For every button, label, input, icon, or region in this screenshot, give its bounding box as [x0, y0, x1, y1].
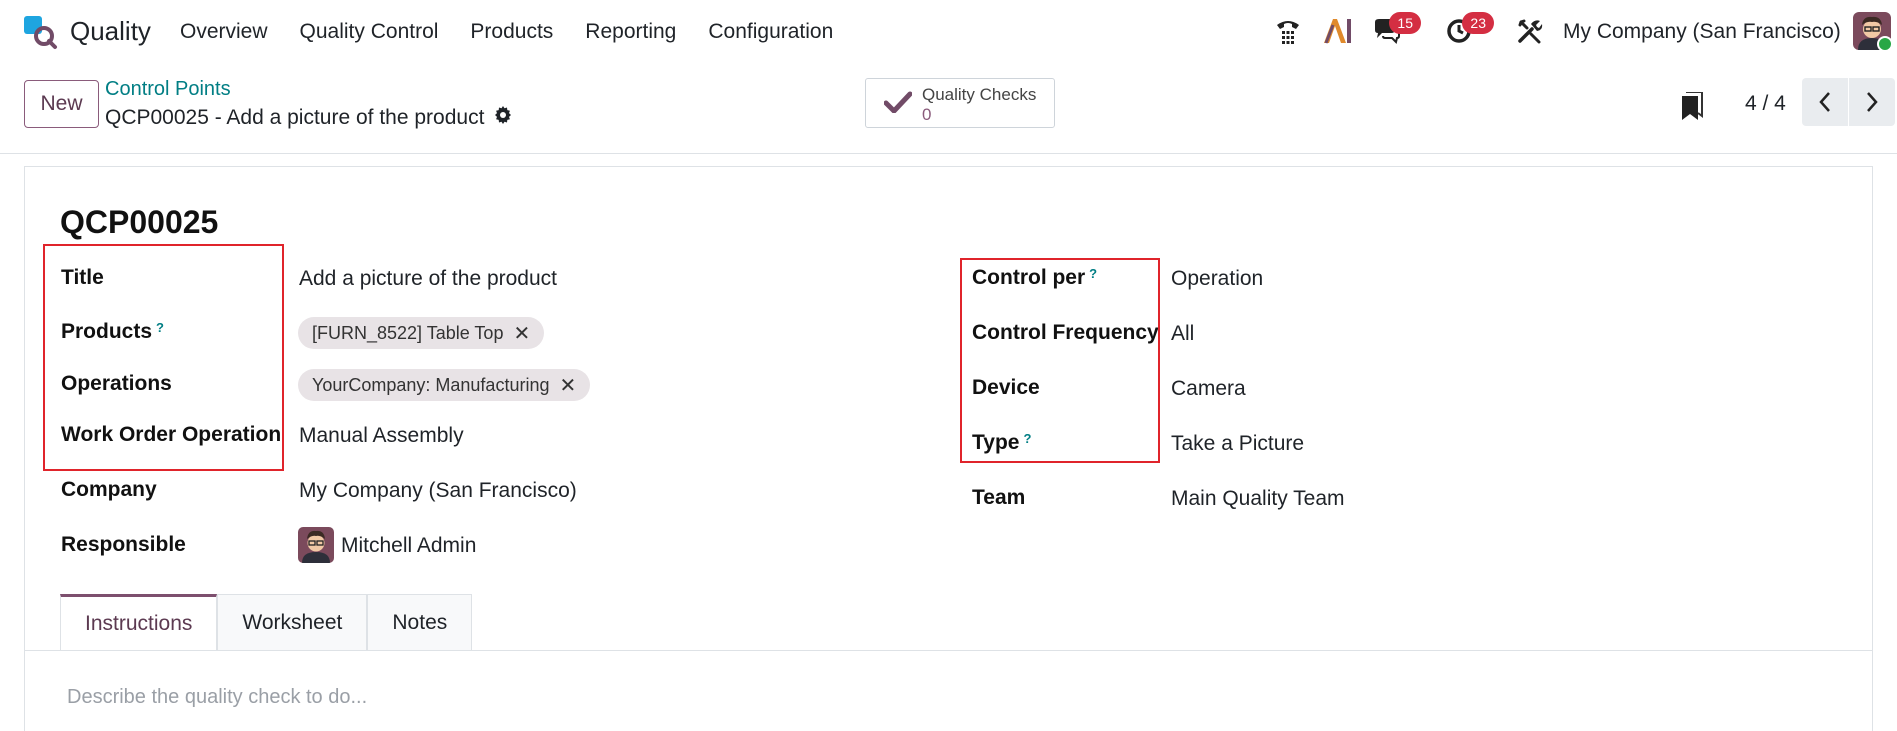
product-tag-label: [FURN_8522] Table Top	[312, 322, 504, 343]
company-switcher[interactable]: My Company (San Francisco)	[1563, 20, 1841, 44]
menu-item-products[interactable]: Products	[470, 20, 553, 44]
control-frequency-field[interactable]: All	[1171, 322, 1194, 346]
clock-icon[interactable]: 23	[1444, 12, 1494, 46]
instructions-editor[interactable]: Describe the quality check to do...	[67, 686, 367, 709]
control-panel: New Control Points QCP00025 - Add a pict…	[0, 64, 1897, 154]
menu-item-overview[interactable]: Overview	[180, 20, 268, 44]
pager-next-button[interactable]	[1849, 78, 1895, 126]
record-title-text: QCP00025 - Add a picture of the product	[105, 106, 485, 129]
menu-item-reporting[interactable]: Reporting	[585, 20, 676, 44]
team-label: Team	[972, 486, 1026, 509]
title-field[interactable]: Add a picture of the product	[299, 267, 557, 291]
activities-count-badge: 23	[1462, 12, 1494, 34]
quality-app-logo-icon[interactable]	[22, 14, 58, 50]
company-label: Company	[61, 478, 157, 501]
record-reference: QCP00025	[60, 204, 219, 240]
menu-item-configuration[interactable]: Configuration	[708, 20, 833, 44]
team-field[interactable]: Main Quality Team	[1171, 487, 1345, 511]
operation-tag-label: YourCompany: Manufacturing	[312, 374, 550, 395]
responsible-field[interactable]: Mitchell Admin	[341, 534, 476, 558]
gear-icon[interactable]	[494, 106, 512, 130]
remove-tag-icon[interactable]: ✕	[559, 373, 576, 398]
tab-divider	[24, 650, 1873, 651]
app-name[interactable]: Quality	[70, 16, 151, 47]
top-navbar: Quality Overview Quality Control Product…	[0, 0, 1897, 64]
notebook-tabs: Instructions Worksheet Notes	[60, 594, 473, 651]
operation-tag[interactable]: YourCompany: Manufacturing ✕	[298, 369, 591, 401]
tab-worksheet[interactable]: Worksheet	[217, 594, 368, 651]
left-fields-highlight-box	[43, 244, 284, 471]
smart-button-label: Quality Checks	[922, 85, 1037, 104]
quality-checks-smart-button[interactable]: Quality Checks 0	[865, 78, 1055, 128]
tab-notes[interactable]: Notes	[367, 594, 473, 651]
pager-previous-button[interactable]	[1802, 78, 1848, 126]
check-icon	[883, 91, 913, 119]
main-menu: Overview Quality Control Products Report…	[180, 20, 833, 44]
messages-count-badge: 15	[1389, 12, 1421, 34]
tab-instructions[interactable]: Instructions	[60, 594, 218, 651]
pager-value[interactable]: 4 / 4	[1745, 92, 1786, 116]
device-field[interactable]: Camera	[1171, 377, 1246, 401]
responsible-avatar	[298, 527, 334, 563]
control-per-field[interactable]: Operation	[1171, 267, 1263, 291]
bookmark-icon[interactable]	[1680, 91, 1704, 126]
type-field[interactable]: Take a Picture	[1171, 432, 1304, 456]
menu-item-quality-control[interactable]: Quality Control	[300, 20, 439, 44]
tools-icon[interactable]	[1515, 16, 1545, 46]
phone-icon[interactable]	[1273, 16, 1303, 46]
remove-tag-icon[interactable]: ✕	[513, 321, 530, 346]
smart-button-value: 0	[922, 105, 932, 124]
chat-icon[interactable]: 15	[1371, 12, 1421, 46]
record-title: QCP00025 - Add a picture of the product	[105, 106, 512, 130]
online-status-icon	[1877, 36, 1893, 52]
company-field[interactable]: My Company (San Francisco)	[299, 479, 577, 503]
breadcrumb[interactable]: Control Points	[105, 78, 231, 101]
product-tag[interactable]: [FURN_8522] Table Top ✕	[298, 317, 545, 349]
work-order-operation-field[interactable]: Manual Assembly	[299, 424, 464, 448]
right-fields-highlight-box	[960, 258, 1160, 463]
responsible-label: Responsible	[61, 533, 186, 556]
ai-icon[interactable]	[1322, 16, 1352, 46]
new-button[interactable]: New	[24, 80, 99, 128]
